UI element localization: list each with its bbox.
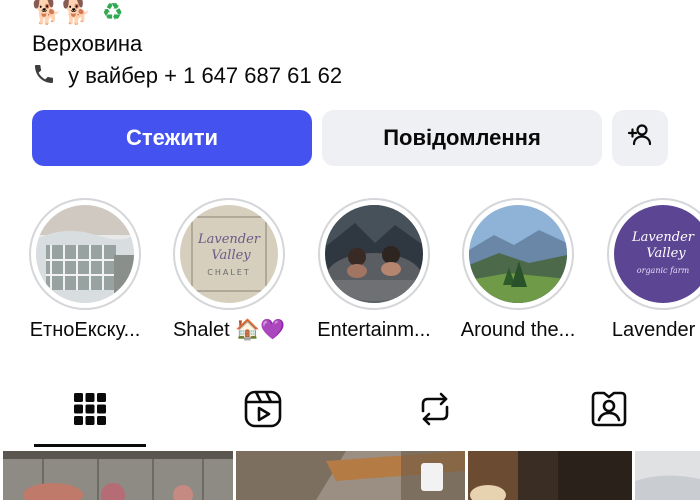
tab-reels[interactable] — [233, 386, 293, 436]
highlight-label: Lavender V — [611, 319, 700, 341]
highlight-ring[interactable]: Lavender Valley organic farm — [607, 198, 700, 310]
bio-phone-line: у вайбер + 1 647 687 61 62 — [32, 60, 672, 92]
grid-icon — [73, 392, 107, 431]
recycle-emoji: ♻ — [101, 0, 124, 26]
lavender-text-1: Lavender — [197, 232, 261, 247]
lavender2-text-2: Valley — [646, 246, 686, 261]
highlight-thumbnail-hot-tub — [325, 205, 423, 303]
active-tab-indicator — [34, 444, 146, 447]
tagged-icon — [589, 389, 629, 434]
bio-location: Верховина — [32, 31, 143, 56]
bio-emoji-row: 🐕🐕 ♻ — [32, 0, 672, 24]
lavender2-text-3: organic farm — [637, 266, 690, 275]
highlight-thumbnail-lavender-chalet: Lavender Valley CHALET — [180, 205, 278, 303]
highlight-ring[interactable] — [318, 198, 430, 310]
story-highlights: ЕтноЕкску... Lavender Valley CHALET Shal… — [0, 198, 700, 348]
highlight-label: Around the... — [460, 319, 576, 341]
highlight-label: Shalet 🏠💜 — [172, 319, 286, 341]
message-button[interactable]: Повідомлення — [322, 110, 602, 166]
lavender2-text-1: Lavender — [631, 230, 695, 245]
phone-icon — [32, 61, 56, 93]
follow-button[interactable]: Стежити — [32, 110, 312, 166]
post-grid — [0, 451, 700, 500]
highlight-thumbnail-mountains — [469, 205, 567, 303]
phone-text: у вайбер + 1 647 687 61 62 — [68, 63, 343, 88]
highlight-item[interactable]: Lavender Valley CHALET Shalet 🏠💜 — [167, 198, 291, 343]
highlight-label: Entertainm... — [317, 319, 431, 341]
tab-tagged[interactable] — [579, 386, 639, 436]
highlight-label: ЕтноЕкску... — [29, 319, 141, 341]
highlight-item[interactable]: Lavender Valley organic farm Lavender V — [601, 198, 700, 343]
highlight-ring[interactable] — [29, 198, 141, 310]
tab-grid[interactable] — [60, 386, 120, 436]
highlight-thumbnail-ethno — [36, 205, 134, 303]
highlight-item[interactable]: Entertainm... — [312, 198, 436, 343]
grid-post[interactable] — [236, 451, 465, 500]
grid-post[interactable] — [635, 451, 700, 500]
add-user-icon — [626, 121, 654, 155]
reels-icon — [243, 389, 283, 434]
profile-actions: Стежити Повідомлення — [32, 110, 668, 166]
profile-bio: 🐕🐕 ♻ Верховина у вайбер + 1 647 687 61 6… — [32, 0, 672, 92]
lavender-text-3: CHALET — [207, 268, 250, 277]
lavender-text-2: Valley — [211, 248, 251, 263]
grid-post[interactable] — [3, 451, 233, 500]
highlight-item[interactable]: Around the... — [456, 198, 580, 343]
grid-post[interactable] — [468, 451, 632, 500]
highlight-ring[interactable]: Lavender Valley CHALET — [173, 198, 285, 310]
tab-reposts[interactable] — [405, 386, 465, 436]
dogs-emoji: 🐕🐕 — [32, 0, 92, 26]
highlight-thumbnail-lavender-farm: Lavender Valley organic farm — [614, 205, 700, 303]
highlight-item[interactable]: ЕтноЕкску... — [23, 198, 147, 343]
repost-icon — [415, 389, 455, 434]
profile-tabs — [0, 376, 700, 448]
highlight-ring[interactable] — [462, 198, 574, 310]
add-user-button[interactable] — [612, 110, 668, 166]
